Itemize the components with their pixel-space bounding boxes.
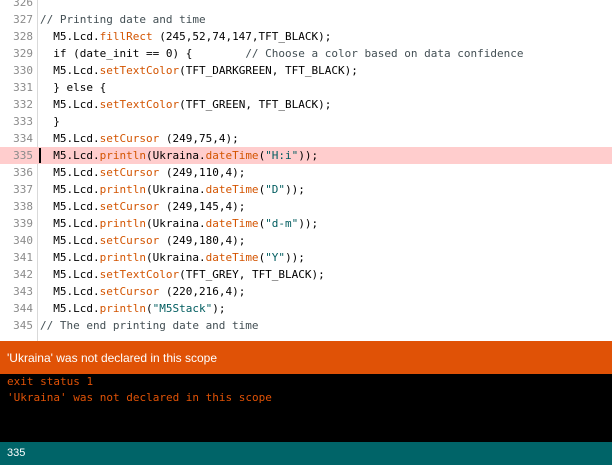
code-line-highlighted[interactable]: 335 M5.Lcd.println(Ukraina.dateTime("H:i… bbox=[0, 147, 612, 164]
code-line[interactable]: 327 // Printing date and time bbox=[0, 11, 612, 28]
code-text[interactable]: M5.Lcd.println(Ukraina.dateTime("D")); bbox=[40, 181, 305, 198]
code-line[interactable]: 341 M5.Lcd.println(Ukraina.dateTime("Y")… bbox=[0, 249, 612, 266]
code-line[interactable]: 343 M5.Lcd.setCursor (220,216,4); bbox=[0, 283, 612, 300]
code-text[interactable]: M5.Lcd.println(Ukraina.dateTime("d-m")); bbox=[40, 215, 318, 232]
line-number: 341 bbox=[13, 251, 33, 264]
code-text[interactable]: M5.Lcd.setCursor (220,216,4); bbox=[40, 283, 245, 300]
code-line[interactable]: 328 M5.Lcd.fillRect (245,52,74,147,TFT_B… bbox=[0, 28, 612, 45]
line-number: 333 bbox=[13, 115, 33, 128]
line-number: 336 bbox=[13, 166, 33, 179]
line-number: 339 bbox=[13, 217, 33, 230]
code-text[interactable]: } else { bbox=[40, 79, 106, 96]
code-line[interactable]: 331 } else { bbox=[0, 79, 612, 96]
code-text[interactable]: if (date_init == 0) { // Choose a color … bbox=[40, 45, 523, 62]
code-line[interactable]: 329 if (date_init == 0) { // Choose a co… bbox=[0, 45, 612, 62]
line-number: 338 bbox=[13, 200, 33, 213]
status-line-number: 335 bbox=[7, 447, 26, 459]
code-line[interactable]: 340 M5.Lcd.setCursor (249,180,4); bbox=[0, 232, 612, 249]
line-number: 328 bbox=[13, 30, 33, 43]
code-line[interactable]: 338 M5.Lcd.setCursor (249,145,4); bbox=[0, 198, 612, 215]
line-number: 340 bbox=[13, 234, 33, 247]
status-bar: 335 bbox=[0, 442, 612, 465]
code-line[interactable]: 330 M5.Lcd.setTextColor(TFT_DARKGREEN, T… bbox=[0, 62, 612, 79]
code-text[interactable]: M5.Lcd.setTextColor(TFT_DARKGREEN, TFT_B… bbox=[40, 62, 358, 79]
code-text[interactable]: M5.Lcd.setCursor (249,110,4); bbox=[40, 164, 245, 181]
code-line[interactable]: 334 M5.Lcd.setCursor (249,75,4); bbox=[0, 130, 612, 147]
code-line[interactable]: 344 M5.Lcd.println("M5Stack"); bbox=[0, 300, 612, 317]
line-number: 331 bbox=[13, 81, 33, 94]
code-text[interactable]: M5.Lcd.setTextColor(TFT_GREEN, TFT_BLACK… bbox=[40, 96, 331, 113]
line-number: 335 bbox=[13, 149, 33, 162]
code-text[interactable]: M5.Lcd.setCursor (249,180,4); bbox=[40, 232, 245, 249]
code-editor[interactable]: 326 327// Printing date and time 328 M5.Lc… bbox=[0, 0, 612, 341]
line-number: 344 bbox=[13, 302, 33, 315]
code-text[interactable]: M5.Lcd.println(Ukraina.dateTime("H:i")); bbox=[40, 147, 318, 164]
code-text[interactable]: // The end printing date and time bbox=[40, 317, 259, 334]
line-number: 329 bbox=[13, 47, 33, 60]
code-line[interactable]: 342 M5.Lcd.setTextColor(TFT_GREY, TFT_BL… bbox=[0, 266, 612, 283]
code-text[interactable]: M5.Lcd.setCursor (249,145,4); bbox=[40, 198, 245, 215]
line-number: 334 bbox=[13, 132, 33, 145]
code-text[interactable]: M5.Lcd.setTextColor(TFT_GREY, TFT_BLACK)… bbox=[40, 266, 325, 283]
line-number: 332 bbox=[13, 98, 33, 111]
code-line[interactable]: 332 M5.Lcd.setTextColor(TFT_GREEN, TFT_B… bbox=[0, 96, 612, 113]
console-line: 'Ukraina' was not declared in this scope bbox=[7, 391, 272, 404]
code-text[interactable]: M5.Lcd.setCursor (249,75,4); bbox=[40, 130, 238, 147]
code-line[interactable]: 339 M5.Lcd.println(Ukraina.dateTime("d-m… bbox=[0, 215, 612, 232]
code-line[interactable]: 326 bbox=[0, 0, 612, 11]
code-text[interactable]: M5.Lcd.fillRect (245,52,74,147,TFT_BLACK… bbox=[40, 28, 331, 45]
code-line[interactable]: 345 // The end printing date and time bbox=[0, 317, 612, 334]
console-line: exit status 1 bbox=[7, 375, 94, 388]
code-text[interactable]: M5.Lcd.println(Ukraina.dateTime("Y")); bbox=[40, 249, 305, 266]
line-number: 343 bbox=[13, 285, 33, 298]
code-line[interactable]: 333 } bbox=[0, 113, 612, 130]
code-text[interactable]: // Printing date and time bbox=[40, 11, 206, 28]
code-text[interactable]: M5.Lcd.println("M5Stack"); bbox=[40, 300, 225, 317]
code-text[interactable]: } bbox=[40, 113, 60, 130]
line-number: 330 bbox=[13, 64, 33, 77]
line-number: 326 bbox=[13, 0, 33, 9]
error-message: 'Ukraina' was not declared in this scope bbox=[7, 351, 218, 365]
code-line[interactable]: 337 M5.Lcd.println(Ukraina.dateTime("D")… bbox=[0, 181, 612, 198]
error-banner: 'Ukraina' was not declared in this scope bbox=[0, 341, 612, 374]
line-number: 337 bbox=[13, 183, 33, 196]
code-line[interactable]: 336 M5.Lcd.setCursor (249,110,4); bbox=[0, 164, 612, 181]
line-number: 342 bbox=[13, 268, 33, 281]
line-number: 345 bbox=[13, 319, 33, 332]
line-number: 327 bbox=[13, 13, 33, 26]
output-console[interactable]: exit status 1 'Ukraina' was not declared… bbox=[0, 374, 612, 442]
